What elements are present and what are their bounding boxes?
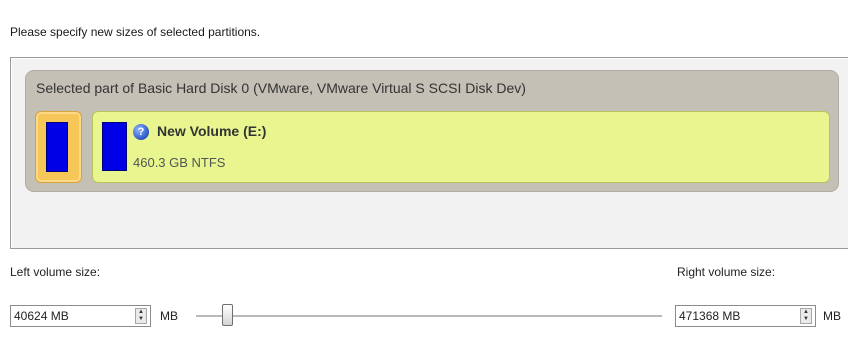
disk-title: Selected part of Basic Hard Disk 0 (VMwa… — [36, 80, 526, 96]
left-volume-size-field[interactable]: ▲ ▼ — [10, 305, 151, 327]
right-spin-buttons[interactable]: ▲ ▼ — [800, 308, 812, 324]
partition-block[interactable]: ? New Volume (E:) 460.3 GB NTFS — [92, 111, 830, 183]
volume-size-slider[interactable] — [196, 315, 662, 318]
partition-usage-bar — [102, 122, 127, 171]
instruction-text: Please specify new sizes of selected par… — [10, 25, 261, 39]
spin-up-icon[interactable]: ▲ — [136, 309, 146, 316]
partition-name: New Volume (E:) — [157, 123, 267, 139]
right-volume-size-input[interactable] — [679, 309, 779, 323]
right-unit-label: MB — [823, 309, 841, 323]
unallocated-block[interactable] — [35, 111, 82, 183]
left-spin-buttons[interactable]: ▲ ▼ — [135, 308, 147, 324]
left-volume-label: Left volume size: — [10, 265, 101, 279]
disk-map-panel: Selected part of Basic Hard Disk 0 (VMwa… — [10, 57, 848, 249]
partition-info: 460.3 GB NTFS — [133, 155, 226, 170]
unallocated-usage-bar — [46, 122, 68, 172]
question-icon: ? — [133, 124, 149, 140]
left-volume-size-input[interactable] — [14, 309, 114, 323]
left-unit-label: MB — [160, 309, 178, 323]
spin-down-icon[interactable]: ▼ — [801, 316, 811, 323]
spin-down-icon[interactable]: ▼ — [136, 316, 146, 323]
disk-group: Selected part of Basic Hard Disk 0 (VMwa… — [25, 70, 839, 192]
slider-thumb[interactable] — [222, 304, 233, 326]
right-volume-label: Right volume size: — [677, 265, 776, 279]
spin-up-icon[interactable]: ▲ — [801, 309, 811, 316]
right-volume-size-field[interactable]: ▲ ▼ — [675, 305, 816, 327]
